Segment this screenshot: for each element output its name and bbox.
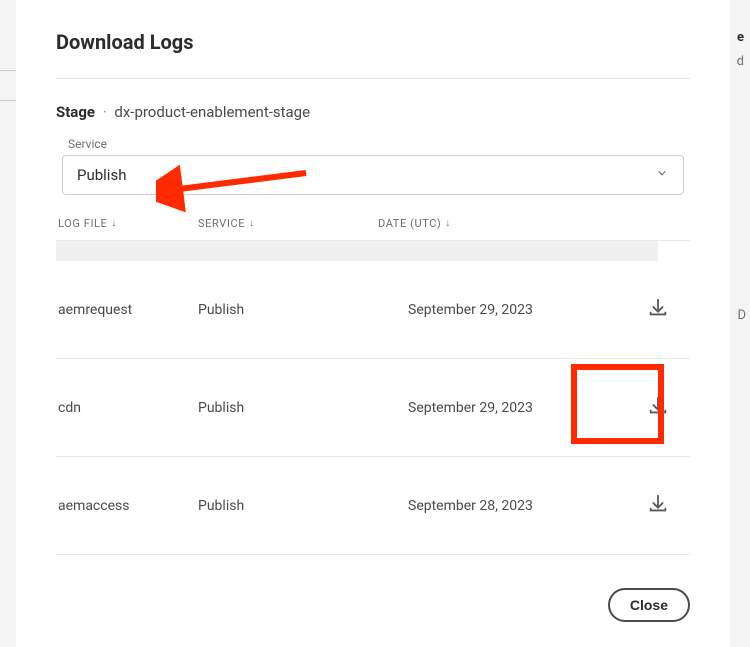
column-header-label: SERVICE [198, 217, 245, 230]
sort-down-icon: ↓ [445, 218, 451, 229]
download-icon [647, 503, 669, 518]
stage-line: Stage · dx-product-enablement-stage [56, 103, 690, 121]
table-row: aemrequestPublishSeptember 29, 2023 [56, 261, 690, 359]
spacer-row [56, 241, 658, 261]
cell-log-file: aemrequest [58, 302, 198, 318]
close-button[interactable]: Close [608, 588, 690, 622]
cell-service: Publish [198, 498, 408, 514]
service-select[interactable]: Publish [62, 155, 684, 195]
cell-date: September 29, 2023 [408, 400, 628, 416]
column-header-date[interactable]: DATE (UTC) ↓ [378, 217, 628, 230]
bg-fragment: d [737, 54, 744, 69]
cell-date: September 29, 2023 [408, 302, 628, 318]
download-button[interactable] [641, 487, 675, 524]
modal-title: Download Logs [56, 30, 690, 54]
column-header-label: DATE (UTC) [378, 217, 441, 230]
download-button[interactable] [641, 389, 675, 426]
sort-down-icon: ↓ [249, 218, 255, 229]
download-icon [647, 307, 669, 322]
column-header-label: LOG FILE [58, 217, 107, 230]
bg-fragment: D [737, 308, 746, 323]
sort-down-icon: ↓ [111, 218, 117, 229]
cell-service: Publish [198, 400, 408, 416]
column-header-service[interactable]: SERVICE ↓ [198, 217, 378, 230]
chevron-down-icon [655, 166, 669, 184]
cell-service: Publish [198, 302, 408, 318]
download-logs-modal: Download Logs Stage · dx-product-enablem… [16, 0, 730, 647]
download-button[interactable] [641, 291, 675, 328]
divider [56, 78, 690, 79]
service-field-label: Service [68, 137, 690, 151]
cell-date: September 28, 2023 [408, 498, 628, 514]
stage-label: Stage [56, 103, 95, 121]
bg-line [0, 70, 16, 71]
table-row: cdnPublishSeptember 29, 2023 [56, 359, 690, 457]
download-icon [647, 405, 669, 420]
service-select-value: Publish [77, 166, 126, 184]
cell-log-file: aemaccess [58, 498, 198, 514]
stage-name: dx-product-enablement-stage [114, 103, 310, 121]
separator-dot: · [103, 103, 107, 121]
bg-fragment: e [737, 30, 744, 45]
table-header: LOG FILE ↓ SERVICE ↓ DATE (UTC) ↓ [56, 213, 690, 241]
cell-log-file: cdn [58, 400, 198, 416]
bg-line [0, 100, 16, 101]
column-header-log-file[interactable]: LOG FILE ↓ [58, 217, 198, 230]
table-row: aemaccessPublishSeptember 28, 2023 [56, 457, 690, 555]
